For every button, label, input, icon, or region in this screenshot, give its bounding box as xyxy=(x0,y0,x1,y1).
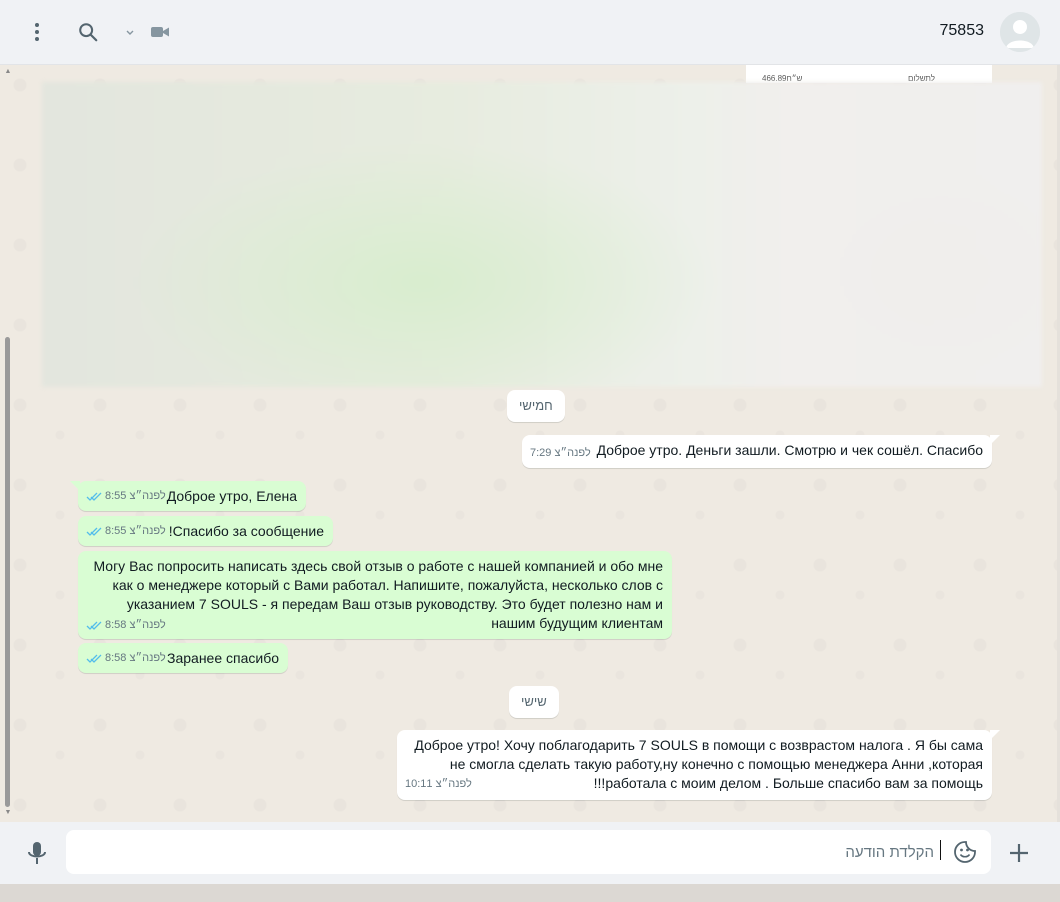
message-line: нашим будущим клиентам xyxy=(491,615,663,631)
message-meta: 8:55 לפנה״צ xyxy=(86,487,166,506)
sticker-icon[interactable] xyxy=(952,839,978,865)
message-bubble-outgoing[interactable]: Заранее спасибо 8:58 לפנה״צ xyxy=(78,643,288,673)
video-call-icon[interactable] xyxy=(148,20,172,44)
chat-header: 75853 xyxy=(0,0,1060,65)
double-check-icon xyxy=(86,654,102,663)
message-time: 8:55 לפנה״צ xyxy=(105,490,166,502)
message-bubble-incoming[interactable]: Доброе утро. Деньги зашли. Смотрю и чек … xyxy=(522,435,1000,468)
date-chip: שישי xyxy=(509,686,559,718)
message-meta: 7:29 לפנה״צ xyxy=(530,444,591,463)
scrollbar-thumb[interactable] xyxy=(5,337,10,807)
double-check-icon xyxy=(86,527,102,536)
message-text: Доброе утро. Деньги зашли. Смотрю и чек … xyxy=(596,442,983,458)
message-bubble-incoming[interactable]: Доброе утро! Хочу поблагодарить 7 SOULS … xyxy=(397,730,1000,800)
message-meta: 8:58 לפנה״צ xyxy=(86,649,166,668)
window-bottom-bar xyxy=(0,884,1060,902)
message-composer[interactable] xyxy=(66,830,991,874)
message-list[interactable]: ▲ ▼ ש״ח466.89 לתשלום חמישי Доброе утро. … xyxy=(0,65,1060,822)
message-line: Могу Вас попросить написать здесь свой о… xyxy=(93,558,663,574)
composer-bar xyxy=(0,822,1060,884)
scroll-down-icon[interactable]: ▼ xyxy=(4,809,12,817)
plus-icon[interactable] xyxy=(1006,840,1032,866)
message-time: 8:58 לפנה״צ xyxy=(105,652,166,664)
default-avatar-icon xyxy=(1000,12,1040,52)
message-line: как о менеджере который с Вами работал. … xyxy=(112,577,663,593)
message-meta: 8:58 לפנה״צ xyxy=(86,616,166,635)
document-preview-strip[interactable]: ש״ח466.89 לתשלום xyxy=(746,65,992,83)
bubble-tail xyxy=(70,481,80,491)
search-icon[interactable] xyxy=(76,20,100,44)
bubble-tail xyxy=(990,730,1000,740)
chevron-down-icon[interactable] xyxy=(120,20,140,44)
text-cursor xyxy=(940,840,941,860)
message-time: 8:58 לפנה״צ xyxy=(105,619,166,631)
message-meta: 10:11 לפנה״צ xyxy=(405,775,472,794)
message-line: Доброе утро! Хочу поблагодарить 7 SOULS … xyxy=(414,737,983,753)
message-input[interactable] xyxy=(66,830,936,874)
message-time: 7:29 לפנה״צ xyxy=(530,447,591,459)
message-bubble-outgoing[interactable]: Могу Вас попросить написать здесь свой о… xyxy=(78,551,672,639)
chat-window: 75853 ▲ ▼ ש״ח466.89 לתשלום חמישי Доброе … xyxy=(0,0,1060,884)
avatar[interactable] xyxy=(1000,12,1040,52)
microphone-icon[interactable] xyxy=(24,840,50,866)
message-bubble-outgoing[interactable]: Спасибо за сообщение! 8:55 לפנה״צ xyxy=(78,516,333,546)
message-time: 10:11 לפנה״צ xyxy=(405,778,472,790)
scroll-up-icon[interactable]: ▲ xyxy=(4,68,12,76)
message-meta: 8:55 לפנה״צ xyxy=(86,522,166,541)
message-time: 8:55 לפנה״צ xyxy=(105,525,166,537)
menu-icon[interactable] xyxy=(25,20,49,44)
bubble-tail xyxy=(990,435,1000,445)
blurred-image-message[interactable] xyxy=(42,82,1042,387)
double-check-icon xyxy=(86,621,102,630)
message-bubble-outgoing[interactable]: Доброе утро, Елена 8:55 לפנה״צ xyxy=(70,481,306,511)
contact-name[interactable]: 75853 xyxy=(940,22,985,40)
message-line: не смогла сделать такую работу,ну конечн… xyxy=(449,756,983,772)
message-line: указанием 7 SOULS - я передам Ваш отзыв … xyxy=(126,596,663,612)
double-check-icon xyxy=(86,492,102,501)
date-chip: חמישי xyxy=(507,390,565,422)
message-line: работала с моим делом . Больше спасибо в… xyxy=(593,775,983,791)
